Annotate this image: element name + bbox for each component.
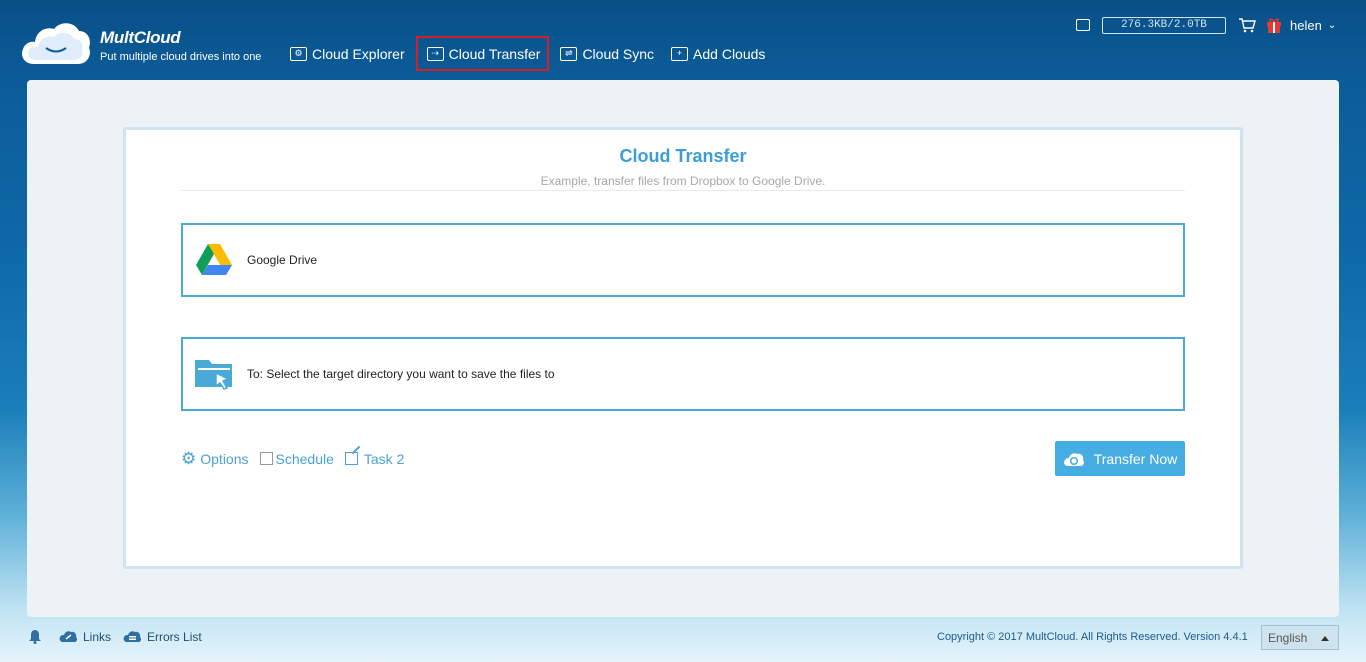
target-label: To: Select the target directory you want…	[247, 367, 555, 381]
transfer-now-button[interactable]: Transfer Now	[1055, 441, 1185, 476]
main-nav: ⚙ Cloud Explorer ⇢ Cloud Transfer ⇌ Clou…	[284, 36, 776, 71]
options-label: Options	[200, 450, 249, 467]
explorer-icon: ⚙	[290, 46, 307, 61]
nav-label: Cloud Transfer	[448, 45, 541, 62]
cart-icon[interactable]	[1238, 17, 1256, 33]
footer-links: Links Errors List	[28, 629, 214, 644]
nav-label: Cloud Explorer	[312, 45, 405, 62]
errors-label: Errors List	[147, 629, 202, 644]
brand-tagline: Put multiple cloud drives into one	[100, 51, 262, 63]
gear-icon: ⚙	[181, 449, 197, 468]
cloud-logo-icon	[22, 23, 90, 64]
options-button[interactable]: ⚙ Options	[181, 450, 249, 467]
chart-icon[interactable]	[1076, 19, 1090, 31]
sync-icon: ⇌	[560, 46, 578, 61]
transfer-card: Cloud Transfer Example, transfer files f…	[123, 127, 1243, 569]
nav-cloud-transfer[interactable]: ⇢ Cloud Transfer	[415, 36, 550, 71]
caret-up-icon	[1321, 636, 1329, 641]
edit-icon	[344, 452, 358, 465]
username: helen	[1290, 17, 1322, 33]
errors-list-button[interactable]: Errors List	[123, 630, 202, 644]
cloud-transfer-icon	[1063, 452, 1084, 466]
nav-cloud-explorer[interactable]: ⚙ Cloud Explorer	[284, 36, 411, 71]
options-row: ⚙ Options Schedule Task 2	[181, 450, 415, 467]
folder-cursor-icon	[195, 356, 233, 392]
add-icon: +	[671, 46, 689, 61]
main-panel: Cloud Transfer Example, transfer files f…	[27, 80, 1339, 617]
links-button[interactable]: Links	[59, 630, 111, 644]
bell-icon	[29, 630, 41, 644]
target-selector[interactable]: To: Select the target directory you want…	[181, 337, 1185, 411]
gift-icon[interactable]	[1266, 17, 1282, 33]
error-cloud-icon	[123, 631, 142, 642]
link-cloud-icon	[59, 631, 78, 642]
copyright-text: Copyright © 2017 MultCloud. All Rights R…	[937, 631, 1248, 643]
nav-label: Add Clouds	[693, 45, 766, 62]
language-label: English	[1268, 630, 1308, 645]
quota-display[interactable]: 276.3KB/2.0TB	[1102, 16, 1226, 34]
notifications-button[interactable]	[28, 629, 47, 644]
page-subtitle: Example, transfer files from Dropbox to …	[540, 174, 826, 188]
task-label: Task 2	[363, 450, 405, 467]
links-label: Links	[83, 629, 112, 644]
language-select[interactable]: English	[1261, 625, 1339, 650]
source-selector[interactable]: Google Drive	[181, 223, 1185, 297]
page-title: Cloud Transfer	[619, 146, 747, 166]
nav-add-clouds[interactable]: + Add Clouds	[665, 36, 771, 71]
logo[interactable]: MultCloud Put multiple cloud drives into…	[20, 18, 270, 70]
source-label: Google Drive	[247, 253, 318, 267]
schedule-checkbox[interactable]	[259, 452, 273, 465]
user-menu[interactable]: helen ⌄	[1290, 18, 1336, 33]
schedule-toggle[interactable]: Schedule	[259, 450, 334, 467]
top-right-bar: 276.3KB/2.0TB helen ⌄	[1076, 14, 1336, 36]
nav-cloud-sync[interactable]: ⇌ Cloud Sync	[554, 36, 660, 71]
transfer-button-label: Transfer Now	[1093, 450, 1178, 467]
divider	[181, 190, 1185, 191]
chevron-down-icon: ⌄	[1327, 19, 1337, 31]
transfer-icon: ⇢	[426, 46, 444, 61]
nav-label: Cloud Sync	[582, 45, 655, 62]
brand-name: MultCloud	[100, 28, 181, 47]
schedule-label: Schedule	[275, 450, 334, 467]
task-name-edit[interactable]: Task 2	[344, 450, 405, 467]
google-drive-icon	[195, 242, 233, 278]
